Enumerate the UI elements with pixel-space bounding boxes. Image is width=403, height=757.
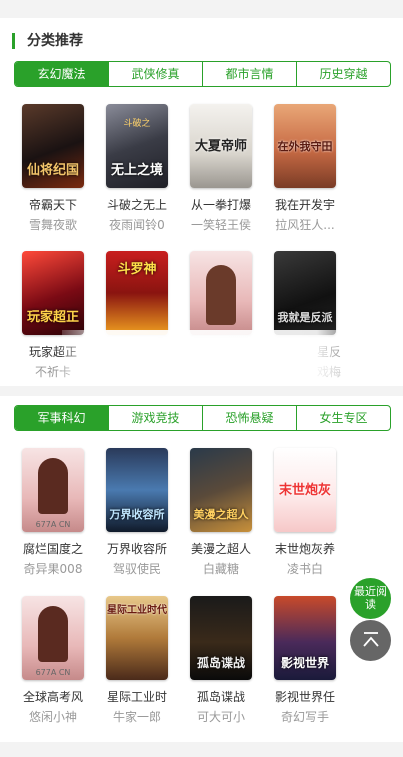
book-cover[interactable]: 677A CN: [22, 596, 84, 680]
book-item[interactable]: 677A CN 全球高考风 悠闲小神: [11, 596, 95, 725]
book-cover[interactable]: 孤岛谍战: [190, 596, 252, 680]
book-cover[interactable]: [190, 251, 252, 335]
book-cover[interactable]: 斗罗神: [106, 251, 168, 335]
book-item[interactable]: 万界收容所 万界收容所 驾驭使民: [95, 448, 179, 577]
section-title: 分类推荐: [12, 33, 83, 49]
book-title[interactable]: 万界收容所: [95, 542, 179, 557]
book-cover[interactable]: 仙将纪国: [22, 104, 84, 188]
tab-dushi[interactable]: 都市言情: [202, 62, 296, 86]
cover-text: 仙将纪国: [26, 163, 79, 178]
book-item[interactable]: 677A CN 腐烂国度之 奇异果008: [11, 448, 95, 577]
book-title[interactable]: 帝霸天下: [11, 198, 95, 213]
cover-tag: 677A CN: [35, 668, 71, 677]
book-cover[interactable]: 在外我守田: [274, 104, 336, 188]
cover-text: 无上之境: [110, 163, 163, 178]
book-cover[interactable]: 677A CN: [22, 448, 84, 532]
cover-figure: [38, 458, 68, 514]
book-author: 奇幻写手: [280, 710, 329, 724]
book-title[interactable]: 我在开发宇: [263, 198, 347, 213]
book-author: 凌书白: [286, 562, 323, 576]
book-author: 白藏糖: [202, 562, 239, 576]
cover-text: 星际工业时代: [107, 605, 167, 616]
book-item[interactable]: 大夏帝师 从一拳打爆 一笑轻王侯: [179, 104, 263, 233]
book-cover[interactable]: 美漫之超人: [190, 448, 252, 532]
back-to-top-button[interactable]: [350, 620, 391, 661]
cover-text: 在外我守田: [277, 140, 333, 153]
book-title[interactable]: 影视世界任: [263, 690, 347, 705]
book-title[interactable]: 斗破之无上: [95, 198, 179, 213]
cover-text: 斗罗神: [117, 262, 157, 277]
book-title[interactable]: 全球高考风: [11, 690, 95, 705]
book-item[interactable]: 末世炮灰 末世炮灰养 凌书白: [263, 448, 347, 577]
tab-xuanhuan[interactable]: 玄幻魔法: [15, 62, 108, 86]
cover-text: 我就是反派: [277, 311, 333, 324]
cover-text: 末世炮灰: [278, 483, 331, 498]
cover-figure: [38, 606, 68, 662]
book-cover[interactable]: 玩家超正: [22, 251, 84, 335]
book-author: 一笑轻王侯: [190, 218, 251, 232]
book-title[interactable]: 末世炮灰养: [263, 542, 347, 557]
book-title[interactable]: 星际工业时: [95, 690, 179, 705]
tab-lishi[interactable]: 历史穿越: [296, 62, 390, 86]
book-cover[interactable]: 万界收容所: [106, 448, 168, 532]
book-author: 夜雨闻铃0: [109, 218, 165, 232]
book-item[interactable]: 斗破之 无上之境 斗破之无上 夜雨闻铃0: [95, 104, 179, 233]
book-title[interactable]: 美漫之超人: [179, 542, 263, 557]
book-item[interactable]: 仙将纪国 帝霸天下 雪舞夜歌: [11, 104, 95, 233]
book-cover[interactable]: 大夏帝师: [190, 104, 252, 188]
book-author: 拉风狂人...: [275, 218, 335, 232]
book-item[interactable]: 在外我守田 我在开发宇 拉风狂人...: [263, 104, 347, 233]
book-author: 悠闲小神: [28, 710, 77, 724]
book-cover[interactable]: 星际工业时代: [106, 596, 168, 680]
book-author: 驾驭使民: [112, 562, 161, 576]
cover-tag: 677A CN: [35, 520, 71, 529]
book-item[interactable]: 影视世界 影视世界任 奇幻写手: [263, 596, 347, 725]
cover-tag: 斗破之: [123, 119, 151, 129]
chevron-up-icon: [362, 631, 379, 647]
book-cover[interactable]: 末世炮灰: [274, 448, 336, 532]
book-item[interactable]: 孤岛谍战 孤岛谍战 可大可小: [179, 596, 263, 725]
cover-text: 大夏帝师: [194, 139, 247, 154]
book-item[interactable]: 星际工业时代 星际工业时 牛家一郎: [95, 596, 179, 725]
cover-text: 玩家超正: [26, 310, 79, 325]
book-item[interactable]: 美漫之超人 美漫之超人 白藏糖: [179, 448, 263, 577]
book-author: 奇异果008: [23, 562, 83, 576]
book-cover[interactable]: 我就是反派: [274, 251, 336, 335]
book-author: 牛家一郎: [112, 710, 161, 724]
tab-kongbu[interactable]: 恐怖悬疑: [202, 406, 296, 430]
book-author: 可大可小: [196, 710, 245, 724]
recent-read-button[interactable]: 最近阅读: [350, 578, 391, 619]
tab-wuxia[interactable]: 武侠修真: [108, 62, 202, 86]
book-cover[interactable]: 影视世界: [274, 596, 336, 680]
book-author: 雪舞夜歌: [28, 218, 77, 232]
book-title[interactable]: 孤岛谍战: [179, 690, 263, 705]
cover-text: 影视世界: [280, 656, 329, 670]
section-divider: [0, 386, 403, 396]
book-title[interactable]: 从一拳打爆: [179, 198, 263, 213]
book-title[interactable]: 腐烂国度之: [11, 542, 95, 557]
category-tabs-2: 军事科幻 游戏竞技 恐怖悬疑 女生专区: [14, 405, 391, 431]
tab-junshi[interactable]: 军事科幻: [15, 406, 108, 430]
overlay-artifact: [62, 330, 362, 380]
cover-figure: [206, 265, 236, 325]
cover-text: 孤岛谍战: [196, 656, 245, 670]
cover-text: 万界收容所: [109, 508, 165, 521]
cover-text: 美漫之超人: [193, 508, 249, 521]
book-cover[interactable]: 斗破之 无上之境: [106, 104, 168, 188]
tab-nvsheng[interactable]: 女生专区: [296, 406, 390, 430]
category-tabs-1: 玄幻魔法 武侠修真 都市言情 历史穿越: [14, 61, 391, 87]
tab-youxi[interactable]: 游戏竞技: [108, 406, 202, 430]
